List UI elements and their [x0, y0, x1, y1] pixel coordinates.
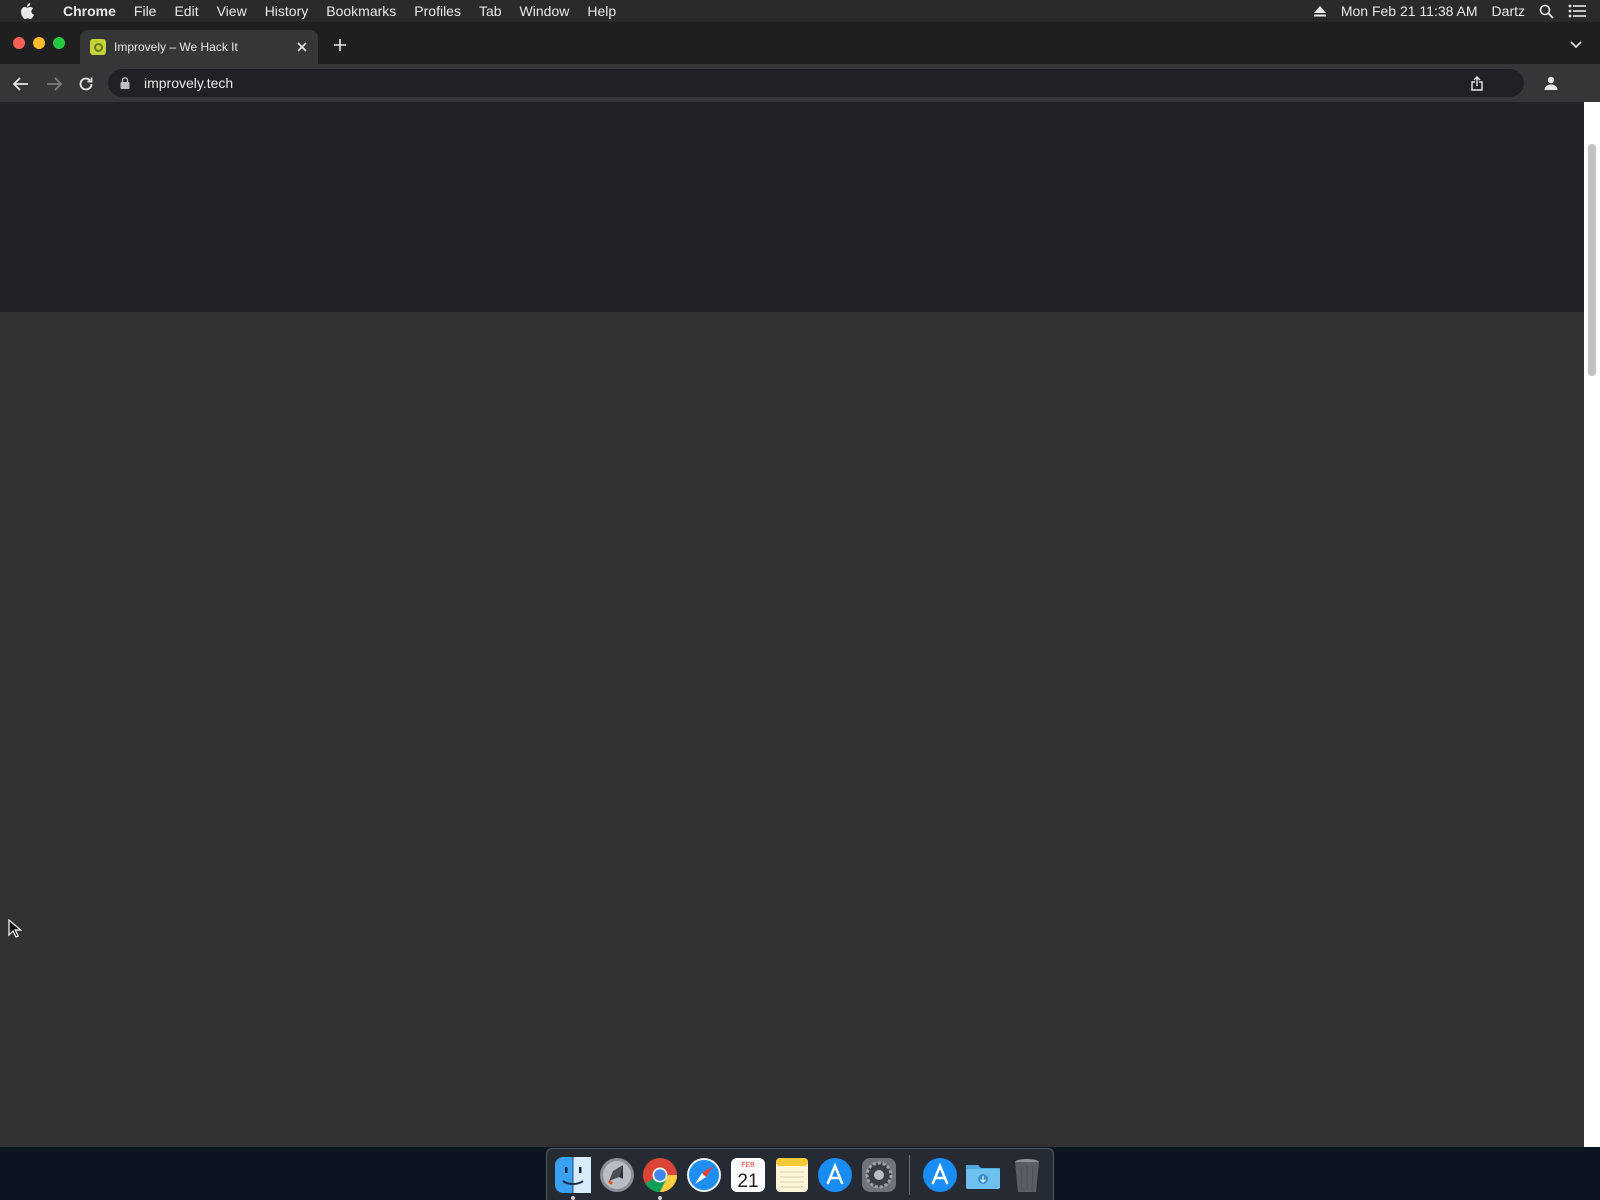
share-button[interactable]	[1468, 74, 1486, 92]
chrome-window: Improvely – We Hack It improvely.tech	[0, 22, 1600, 1147]
menu-app-chrome[interactable]: Chrome	[54, 0, 125, 22]
window-close-button[interactable]	[13, 37, 25, 49]
applications-folder-icon	[922, 1157, 957, 1192]
dock-app-safari[interactable]	[684, 1155, 724, 1195]
system-preferences-icon	[862, 1157, 896, 1192]
page-header-section	[0, 102, 1584, 312]
trash-icon	[1015, 1158, 1040, 1192]
control-center-icon[interactable]	[1568, 4, 1586, 18]
chrome-icon	[643, 1157, 678, 1192]
menu-edit[interactable]: Edit	[165, 0, 207, 22]
notes-icon	[775, 1157, 808, 1192]
dock-stack-downloads[interactable]	[964, 1155, 1004, 1195]
mouse-pointer-icon	[8, 919, 22, 938]
improvely-favicon-icon	[90, 39, 106, 55]
downloads-folder-icon	[966, 1164, 1001, 1189]
page-viewport[interactable]	[0, 102, 1584, 1147]
page-scrollbar[interactable]	[1584, 102, 1600, 1147]
menu-bar-user[interactable]: Dartz	[1492, 3, 1525, 19]
menu-view[interactable]: View	[208, 0, 256, 22]
dock-separator	[908, 1154, 910, 1195]
back-button[interactable]	[10, 73, 32, 95]
app-store-icon	[818, 1157, 853, 1192]
arrow-right-icon	[47, 77, 62, 91]
reload-button[interactable]	[75, 73, 97, 95]
eject-icon[interactable]	[1313, 5, 1327, 17]
window-minimize-button[interactable]	[33, 37, 45, 49]
arrow-left-icon	[13, 77, 28, 91]
menu-tab[interactable]: Tab	[470, 0, 511, 22]
dock-app-chrome[interactable]	[640, 1155, 680, 1200]
apple-menu[interactable]	[0, 0, 54, 22]
dock-trash[interactable]	[1007, 1155, 1047, 1195]
launchpad-icon	[599, 1157, 634, 1192]
menu-bar-clock[interactable]: Mon Feb 21 11:38 AM	[1341, 3, 1478, 19]
address-bar[interactable]: improvely.tech	[108, 69, 1524, 97]
share-icon	[1471, 75, 1483, 91]
dock-app-launchpad[interactable]	[597, 1155, 637, 1195]
macos-dock: FEB 21	[546, 1148, 1054, 1200]
menu-profiles[interactable]: Profiles	[405, 0, 470, 22]
reload-icon	[79, 77, 93, 91]
tab-close-button[interactable]	[294, 39, 310, 55]
profile-button[interactable]	[1542, 74, 1560, 92]
address-bar-url: improvely.tech	[144, 75, 234, 91]
window-fullscreen-button[interactable]	[53, 37, 65, 49]
chevron-down-icon	[1570, 41, 1582, 49]
calendar-icon: FEB 21	[730, 1157, 765, 1192]
profile-icon	[1544, 76, 1558, 90]
menu-bar-status-area: Mon Feb 21 11:38 AM Dartz	[1299, 0, 1600, 22]
tab-improvely[interactable]: Improvely – We Hack It	[80, 30, 318, 64]
scrollbar-thumb[interactable]	[1588, 144, 1596, 376]
macos-menu-bar: Chrome File Edit View History Bookmarks …	[0, 0, 1600, 22]
lock-icon[interactable]	[120, 76, 134, 90]
apple-icon	[21, 3, 34, 19]
dock-app-app-store[interactable]	[815, 1155, 855, 1195]
dock-app-calendar[interactable]: FEB 21	[728, 1155, 768, 1195]
browser-toolbar: improvely.tech	[0, 64, 1600, 102]
dock-stack-applications[interactable]	[920, 1155, 960, 1195]
menu-history[interactable]: History	[256, 0, 318, 22]
new-tab-button[interactable]	[330, 35, 350, 55]
finder-icon	[554, 1156, 591, 1193]
calendar-day: 21	[737, 1171, 758, 1192]
dock-app-notes[interactable]	[772, 1155, 812, 1195]
plus-icon	[334, 39, 346, 51]
menu-help[interactable]: Help	[578, 0, 625, 22]
dock-app-finder[interactable]	[553, 1155, 593, 1200]
menu-bookmarks[interactable]: Bookmarks	[317, 0, 405, 22]
menu-window[interactable]: Window	[511, 0, 579, 22]
dock-app-system-preferences[interactable]	[859, 1155, 899, 1195]
spotlight-search-icon[interactable]	[1539, 4, 1554, 19]
calendar-month: FEB	[741, 1162, 755, 1169]
close-icon	[297, 42, 307, 52]
safari-icon	[687, 1157, 722, 1192]
tab-title: Improvely – We Hack It	[114, 40, 238, 54]
forward-button[interactable]	[43, 73, 65, 95]
menu-file[interactable]: File	[125, 0, 166, 22]
tab-strip: Improvely – We Hack It	[0, 22, 1600, 64]
tab-search-button[interactable]	[1566, 35, 1586, 55]
